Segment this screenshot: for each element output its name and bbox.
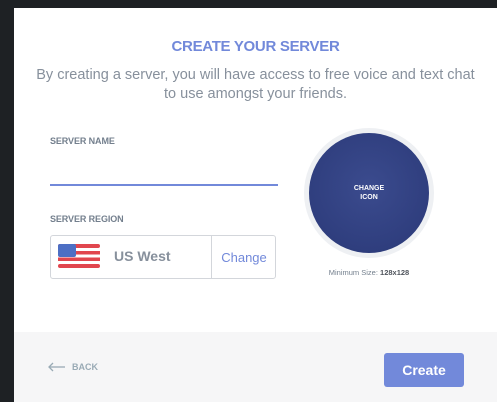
arrow-left-icon bbox=[48, 362, 65, 372]
change-region-button[interactable]: Change bbox=[211, 236, 276, 278]
server-name-input[interactable] bbox=[50, 158, 278, 186]
server-region-value: US West bbox=[114, 248, 171, 264]
server-region-select: US West Change bbox=[50, 235, 276, 279]
modal-subtitle: By creating a server, you will have acce… bbox=[36, 67, 475, 102]
min-size-value: 128x128 bbox=[380, 268, 410, 277]
min-size-note: Minimum Size: 128x128 bbox=[284, 268, 454, 277]
change-icon-label: CHANGE ICON bbox=[353, 185, 385, 201]
server-name-label: SERVER NAME bbox=[50, 136, 115, 146]
create-button[interactable]: Create bbox=[384, 353, 464, 387]
change-icon-button[interactable]: CHANGE ICON bbox=[309, 133, 429, 253]
server-icon-ring: CHANGE ICON bbox=[304, 128, 434, 258]
min-size-label: Minimum Size: bbox=[328, 268, 378, 277]
modal-title: CREATE YOUR SERVER bbox=[171, 38, 340, 55]
modal-footer: BACK Create bbox=[14, 332, 497, 402]
back-button[interactable]: BACK bbox=[48, 362, 98, 372]
back-label: BACK bbox=[72, 362, 98, 372]
us-flag-icon bbox=[58, 244, 100, 268]
server-region-label: SERVER REGION bbox=[50, 214, 124, 224]
create-server-modal: CREATE YOUR SERVER By creating a server,… bbox=[14, 8, 497, 402]
